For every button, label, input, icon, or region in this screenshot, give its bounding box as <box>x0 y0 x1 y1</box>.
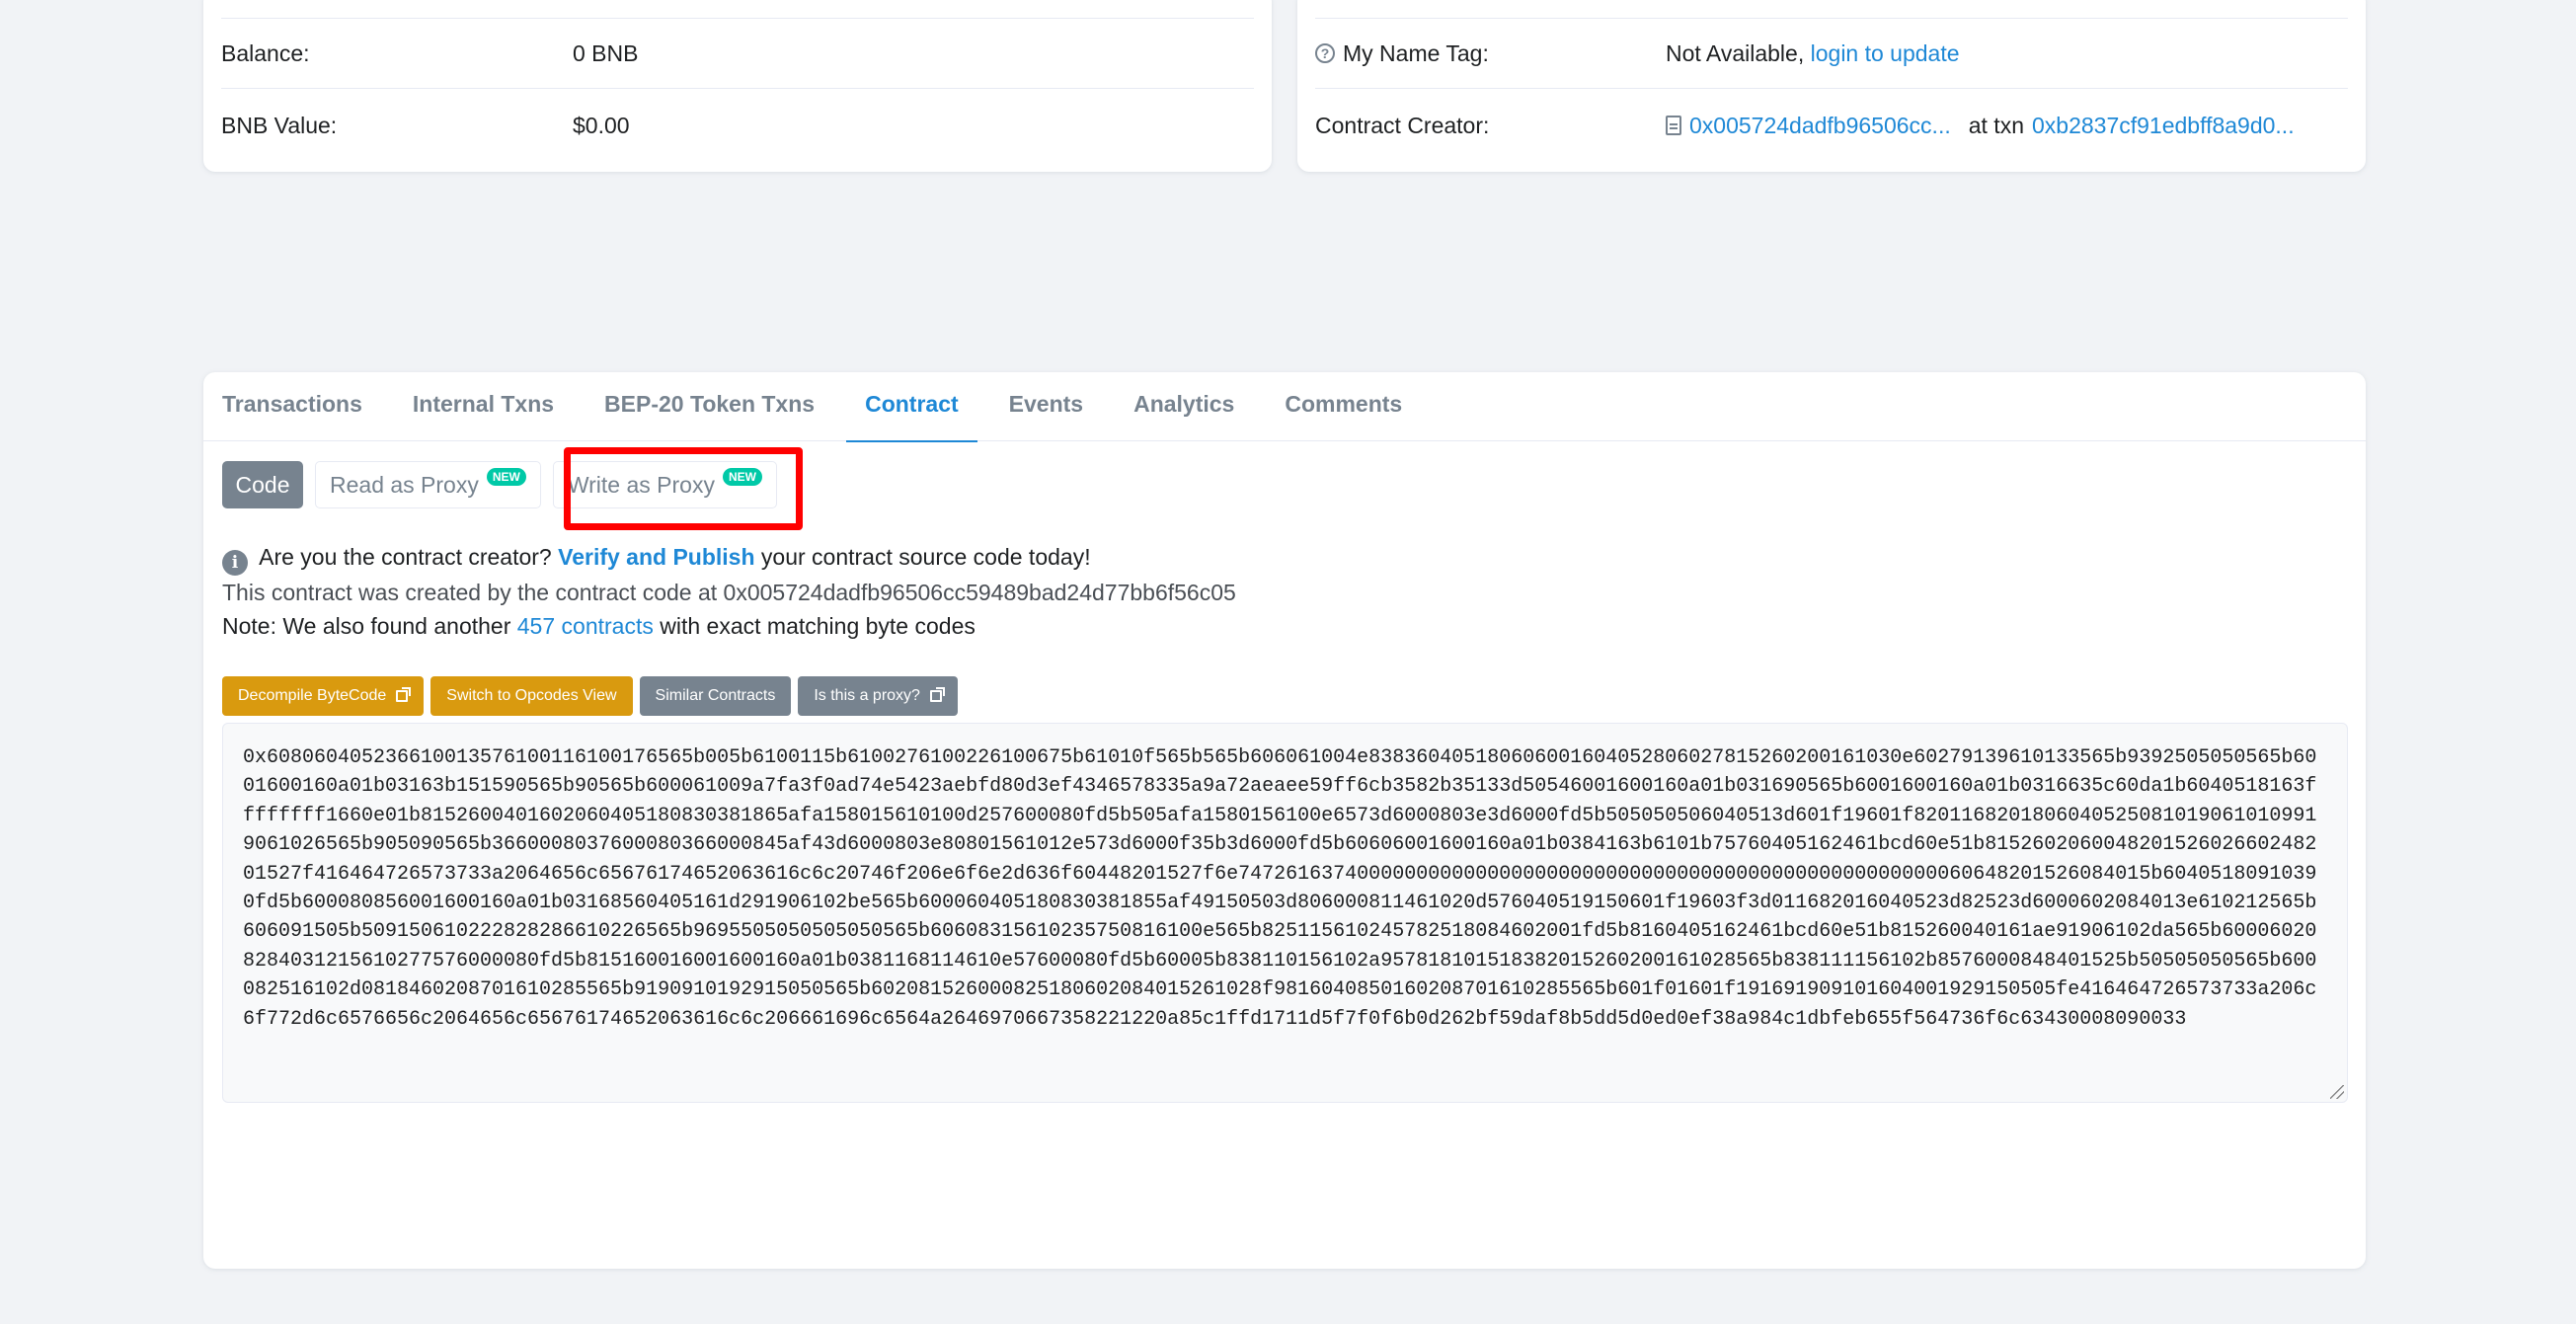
question-icon[interactable]: ? <box>1315 43 1335 63</box>
decompile-bytecode-button[interactable]: Decompile ByteCode <box>222 676 425 716</box>
contract-subtabs: Code Read as Proxy NEW Write as Proxy NE… <box>222 447 803 530</box>
external-link-icon <box>929 687 945 702</box>
creator-txn-link[interactable]: 0xb2837cf91edbff8a9d0... <box>2032 113 2295 139</box>
tab-events[interactable]: Events <box>1009 372 1083 441</box>
code-button[interactable]: Code <box>222 461 303 508</box>
info-icon: i <box>222 550 248 576</box>
tab-bep20-token-txns[interactable]: BEP-20 Token Txns <box>604 372 815 441</box>
is-this-a-proxy-button[interactable]: Is this a proxy? <box>798 676 958 716</box>
bytecode-textarea[interactable]: 0x608060405236610013576100116100176565b0… <box>222 723 2348 1103</box>
tab-transactions[interactable]: Transactions <box>222 372 362 441</box>
tab-comments[interactable]: Comments <box>1285 372 1402 441</box>
contract-creator-label: Contract Creator: <box>1315 112 1490 138</box>
creator-question-line: i Are you the contract creator? Verify a… <box>222 540 1236 576</box>
bnb-value-label: BNB Value: <box>221 112 338 138</box>
balance-value: 0 BNB <box>573 39 639 66</box>
contract-creator-row: Contract Creator: 0x005724dadfb96506cc..… <box>1315 90 2348 161</box>
bnb-value-row: BNB Value: $0.00 <box>221 90 1254 161</box>
note-line: Note: We also found another 457 contract… <box>222 613 976 639</box>
read-as-proxy-button[interactable]: Read as Proxy NEW <box>315 461 541 508</box>
bytecode-text: 0x608060405236610013576100116100176565b0… <box>243 746 2317 1031</box>
name-tag-value: Not Available, <box>1666 39 1805 66</box>
new-badge: NEW <box>722 468 762 486</box>
read-as-proxy-label: Read as Proxy <box>330 471 479 498</box>
creator-address-link[interactable]: 0x005724dadfb96506cc... <box>1689 113 1951 139</box>
balance-label: Balance: <box>221 39 310 66</box>
created-by-line: This contract was created by the contrac… <box>222 580 1236 605</box>
new-badge: NEW <box>486 468 526 486</box>
matching-contracts-link[interactable]: 457 contracts <box>517 613 654 639</box>
contract-notice: i Are you the contract creator? Verify a… <box>222 540 1236 643</box>
write-as-proxy-button[interactable]: Write as Proxy NEW <box>552 461 777 508</box>
more-info-card: ? My Name Tag: Not Available, login to u… <box>1297 0 2366 172</box>
created-by-address: 0x005724dadfb96506cc59489bad24d77bb6f56c… <box>723 580 1236 605</box>
tab-contract[interactable]: Contract <box>846 372 977 442</box>
login-to-update-link[interactable]: login to update <box>1811 40 1960 67</box>
bnb-value-value: $0.00 <box>573 112 630 138</box>
tab-analytics[interactable]: Analytics <box>1133 372 1234 441</box>
name-tag-row: ? My Name Tag: Not Available, login to u… <box>1315 18 2348 89</box>
verify-and-publish-link[interactable]: Verify and Publish <box>558 544 754 570</box>
file-icon <box>1666 116 1681 135</box>
external-link-icon <box>396 687 412 702</box>
bytecode-actions: Decompile ByteCode Switch to Opcodes Vie… <box>222 676 965 716</box>
name-tag-label: My Name Tag: <box>1343 39 1489 66</box>
tab-internal-txns[interactable]: Internal Txns <box>413 372 554 441</box>
similar-contracts-button[interactable]: Similar Contracts <box>639 676 792 716</box>
write-as-proxy-label: Write as Proxy <box>567 471 715 498</box>
resize-handle[interactable] <box>2330 1085 2344 1099</box>
overview-card: Balance: 0 BNB BNB Value: $0.00 <box>203 0 1272 172</box>
contract-details-card: Transactions Internal Txns BEP-20 Token … <box>203 372 2366 1269</box>
switch-to-opcodes-button[interactable]: Switch to Opcodes View <box>430 676 633 716</box>
at-txn-text: at txn <box>1968 112 2024 138</box>
tab-bar: Transactions Internal Txns BEP-20 Token … <box>203 372 2366 442</box>
balance-row: Balance: 0 BNB <box>221 18 1254 89</box>
